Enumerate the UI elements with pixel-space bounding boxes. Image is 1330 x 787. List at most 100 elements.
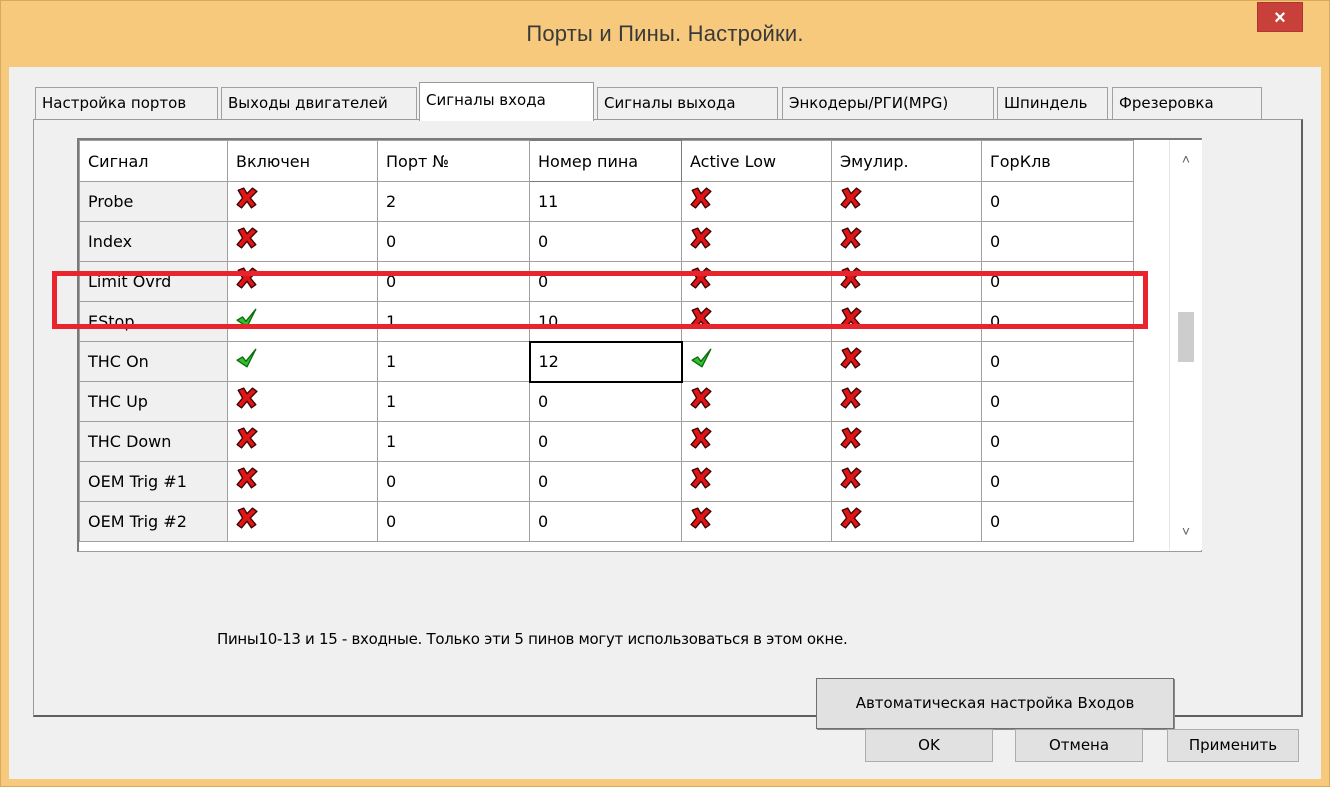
cell-signal[interactable]: THC Down [79, 421, 228, 462]
red-x-icon [840, 506, 862, 529]
red-x-icon [690, 466, 712, 489]
cell-active_low[interactable] [681, 301, 832, 342]
cell-signal[interactable]: Limit Ovrd [79, 261, 228, 302]
cell-active_low[interactable] [681, 341, 832, 382]
cell-emulated[interactable] [831, 221, 982, 262]
column-header-7[interactable]: ГорКлв [981, 140, 1134, 182]
cell-signal[interactable]: THC Up [79, 381, 228, 422]
cell-enabled[interactable] [227, 381, 378, 422]
column-header-5[interactable]: Active Low [681, 140, 832, 182]
cell-emulated[interactable] [831, 381, 982, 422]
cell-enabled[interactable] [227, 181, 378, 222]
table-row[interactable]: Probe 2 11 0 [79, 181, 1134, 222]
pins-note: Пины10-13 и 15 - входные. Только эти 5 п… [217, 630, 848, 648]
column-header-3[interactable]: Порт № [377, 140, 530, 182]
cell-enabled[interactable] [227, 461, 378, 502]
cell-port[interactable]: 0 [377, 261, 530, 302]
scroll-thumb[interactable] [1178, 312, 1194, 362]
tab-1[interactable]: Настройка портов [35, 87, 218, 119]
title-bar[interactable]: Порты и Пины. Настройки. × [1, 1, 1329, 67]
cell-hotkey[interactable]: 0 [981, 221, 1134, 262]
tab-2[interactable]: Выходы двигателей [221, 87, 417, 119]
signals-grid[interactable]: Сигнал Включен Порт № Номер пина Active Low Э… [77, 138, 1202, 552]
cell-hotkey[interactable]: 0 [981, 381, 1134, 422]
cell-enabled[interactable] [227, 261, 378, 302]
scroll-up-button[interactable]: ˄ [1170, 140, 1202, 178]
cell-pin[interactable]: 10 [529, 301, 682, 342]
cell-active_low[interactable] [681, 501, 832, 542]
cell-signal[interactable]: OEM Trig #2 [79, 501, 228, 542]
cell-emulated[interactable] [831, 461, 982, 502]
vertical-scrollbar[interactable]: ˄ ˅ [1169, 140, 1202, 550]
cell-hotkey[interactable]: 0 [981, 181, 1134, 222]
cell-port[interactable]: 0 [377, 221, 530, 262]
close-button[interactable]: × [1257, 2, 1303, 32]
cell-emulated[interactable] [831, 301, 982, 342]
cell-active_low[interactable] [681, 181, 832, 222]
cell-port[interactable]: 2 [377, 181, 530, 222]
cell-emulated[interactable] [831, 421, 982, 462]
cell-pin[interactable]: 12 [528, 340, 683, 383]
cell-hotkey[interactable]: 0 [981, 421, 1134, 462]
cell-enabled[interactable] [227, 221, 378, 262]
cell-pin[interactable]: 11 [529, 181, 682, 222]
cell-port[interactable]: 0 [377, 461, 530, 502]
cell-signal[interactable]: EStop [79, 301, 228, 342]
cell-port[interactable]: 0 [377, 501, 530, 542]
table-row[interactable]: Index 0 0 0 [79, 221, 1134, 262]
cell-active_low[interactable] [681, 421, 832, 462]
cell-port[interactable]: 1 [377, 381, 530, 422]
column-header-2[interactable]: Включен [227, 140, 378, 182]
cell-port[interactable]: 1 [377, 301, 530, 342]
tab-6[interactable]: Шпиндель [997, 87, 1108, 119]
cell-active_low[interactable] [681, 381, 832, 422]
cell-signal[interactable]: OEM Trig #1 [79, 461, 228, 502]
cell-enabled[interactable] [227, 501, 378, 542]
cell-port[interactable]: 1 [377, 421, 530, 462]
cell-enabled[interactable] [227, 341, 378, 382]
cell-pin[interactable]: 0 [529, 261, 682, 302]
column-header-4[interactable]: Номер пина [529, 140, 682, 182]
table-row[interactable]: EStop 1 10 0 [79, 301, 1134, 342]
apply-button[interactable]: Применить [1167, 729, 1299, 762]
scroll-down-button[interactable]: ˅ [1170, 512, 1202, 550]
cell-emulated[interactable] [831, 261, 982, 302]
cell-signal[interactable]: THC On [79, 341, 228, 382]
cell-hotkey[interactable]: 0 [981, 341, 1134, 382]
table-row[interactable]: THC Down 1 0 0 [79, 421, 1134, 462]
cell-port[interactable]: 1 [377, 341, 530, 382]
cell-pin[interactable]: 0 [529, 501, 682, 542]
tab-4[interactable]: Сигналы выхода [597, 87, 778, 119]
cell-pin[interactable]: 0 [529, 461, 682, 502]
auto-configure-inputs-button[interactable]: Автоматическая настройка Входов [816, 678, 1174, 729]
cell-active_low[interactable] [681, 261, 832, 302]
cell-emulated[interactable] [831, 501, 982, 542]
tab-5[interactable]: Энкодеры/РГИ(MPG) [782, 87, 994, 119]
ok-button[interactable]: OK [865, 729, 993, 762]
cancel-button[interactable]: Отмена [1015, 729, 1143, 762]
cell-active_low[interactable] [681, 461, 832, 502]
cell-enabled[interactable] [227, 301, 378, 342]
cell-pin[interactable]: 0 [529, 221, 682, 262]
table-row[interactable]: OEM Trig #2 0 0 0 [79, 501, 1134, 542]
cell-active_low[interactable] [681, 221, 832, 262]
cell-hotkey[interactable]: 0 [981, 301, 1134, 342]
cell-emulated[interactable] [831, 341, 982, 382]
cell-signal[interactable]: Index [79, 221, 228, 262]
cell-hotkey[interactable]: 0 [981, 261, 1134, 302]
tab-7[interactable]: Фрезеровка [1112, 87, 1262, 119]
cell-signal[interactable]: Probe [79, 181, 228, 222]
table-row[interactable]: THC Up 1 0 0 [79, 381, 1134, 422]
cell-enabled[interactable] [227, 421, 378, 462]
cell-hotkey[interactable]: 0 [981, 501, 1134, 542]
cell-hotkey[interactable]: 0 [981, 461, 1134, 502]
table-row[interactable]: OEM Trig #1 0 0 0 [79, 461, 1134, 502]
cell-pin[interactable]: 0 [529, 381, 682, 422]
table-row[interactable]: THC On 1 12 0 [79, 340, 1134, 383]
cell-pin[interactable]: 0 [529, 421, 682, 462]
cell-emulated[interactable] [831, 181, 982, 222]
table-row[interactable]: Limit Ovrd 0 0 0 [79, 261, 1134, 302]
column-header-1[interactable]: Сигнал [79, 140, 228, 182]
tab-3[interactable]: Сигналы входа [419, 82, 594, 121]
column-header-6[interactable]: Эмулир. [831, 140, 982, 182]
